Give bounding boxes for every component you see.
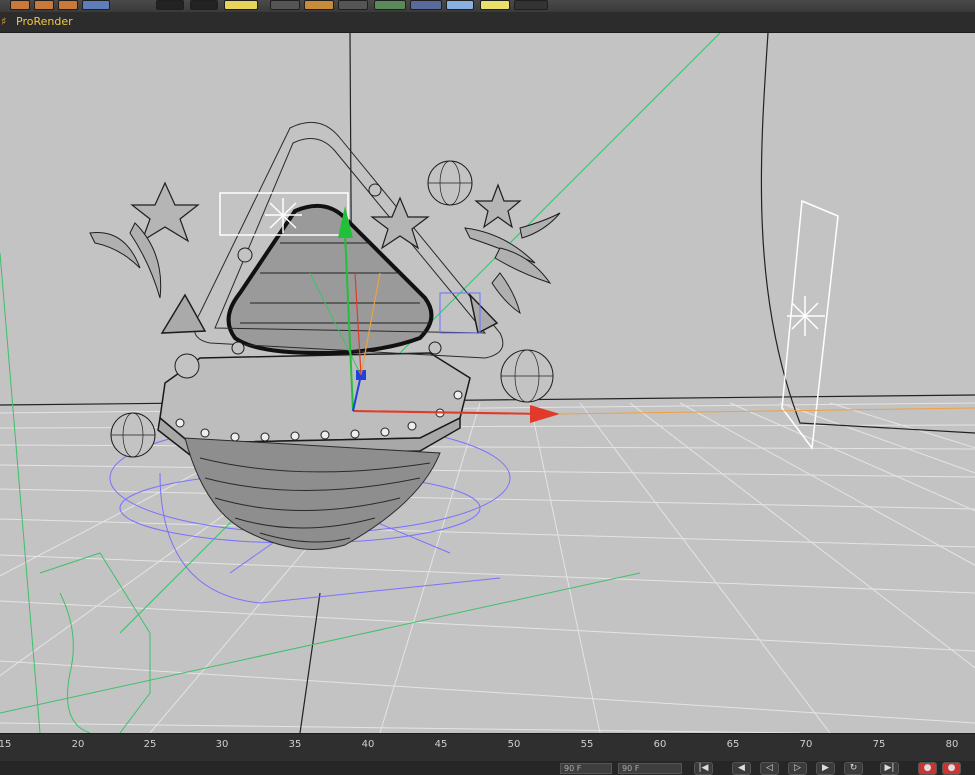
tick-label: 75 [872, 739, 886, 750]
autokey-icon[interactable]: ● [942, 762, 961, 775]
arrow-icon[interactable] [82, 0, 110, 10]
tick-label: 65 [726, 739, 740, 750]
timeline-ruler[interactable]: 15 20 25 30 35 40 45 50 55 60 65 70 75 8… [0, 733, 975, 762]
backdrop-lines [0, 33, 975, 733]
tick-label: 60 [653, 739, 667, 750]
object-icon[interactable] [156, 0, 184, 10]
current-frame-field[interactable]: 90 F [560, 763, 612, 774]
tick-label: 70 [799, 739, 813, 750]
render-settings-icon[interactable] [58, 0, 78, 10]
tick-label: 25 [143, 739, 157, 750]
camera-icon[interactable] [338, 0, 368, 10]
workplane-icon[interactable] [514, 0, 548, 10]
spline-icon[interactable] [190, 0, 218, 10]
play-reverse-icon[interactable]: ◁ [760, 762, 779, 775]
generator-icon[interactable] [224, 0, 258, 10]
render-region-icon[interactable] [34, 0, 54, 10]
viewport-canvas[interactable] [0, 33, 975, 733]
tick-label: 45 [434, 739, 448, 750]
snap-icon[interactable] [480, 0, 510, 10]
tick-label: 50 [507, 739, 521, 750]
tick-label: 30 [215, 739, 229, 750]
light-icon[interactable] [374, 0, 406, 10]
record-icon[interactable]: ● [918, 762, 937, 775]
tick-label: 15 [0, 739, 12, 750]
panel-icon[interactable]: ♯ [1, 15, 6, 28]
play-icon[interactable]: ▷ [788, 762, 807, 775]
tick-label: 40 [361, 739, 375, 750]
scene-icon[interactable] [304, 0, 334, 10]
menu-bar: ♯ ProRender [0, 12, 975, 33]
tick-label: 55 [580, 739, 594, 750]
layout-icon[interactable] [446, 0, 474, 10]
deformer-icon[interactable] [270, 0, 300, 10]
tick-label: 20 [71, 739, 85, 750]
go-to-end-icon[interactable]: ▶| [880, 762, 899, 775]
end-frame-field[interactable]: 90 F [618, 763, 682, 774]
go-to-start-icon[interactable]: |◀ [694, 762, 713, 775]
tick-label: 35 [288, 739, 302, 750]
render-view-icon[interactable] [10, 0, 30, 10]
3d-viewport[interactable] [0, 33, 975, 733]
menu-prorender[interactable]: ProRender [16, 15, 73, 28]
floor-icon[interactable] [410, 0, 442, 10]
transport-bar: 90 F 90 F |◀ ◀ ◁ ▷ ▶ ↻ ▶| ● ● [0, 761, 975, 775]
step-back-icon[interactable]: ◀ [732, 762, 751, 775]
tick-label: 80 [945, 739, 959, 750]
loop-icon[interactable]: ↻ [844, 762, 863, 775]
step-forward-icon[interactable]: ▶ [816, 762, 835, 775]
